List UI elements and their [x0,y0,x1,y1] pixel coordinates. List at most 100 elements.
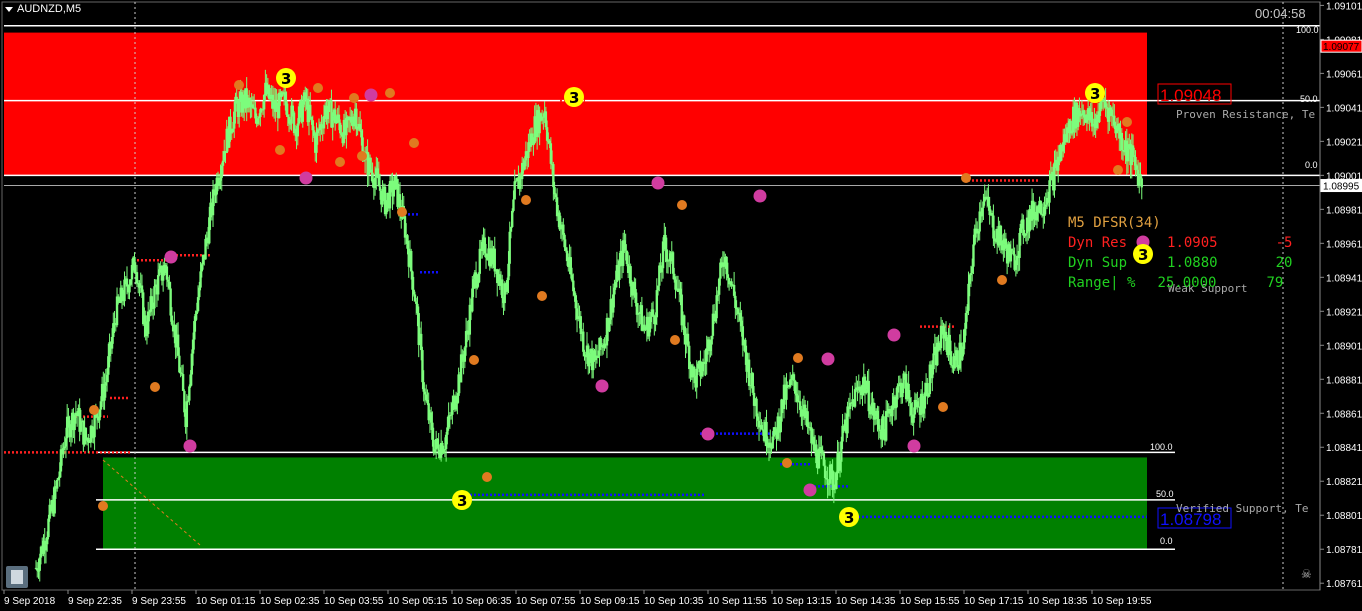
time-tick-label: 10 Sep 07:55 [516,596,576,607]
candle-body [726,274,730,279]
candle-body [378,186,382,191]
panel-res-row: Dyn Res 1.0905 -5 [1068,233,1292,253]
fractal-orange-2 [349,93,359,103]
time-tick-label: 9 Sep 23:55 [132,596,186,607]
fractal-orange-14 [482,472,492,482]
candle-body [624,244,627,251]
candle-body [501,279,504,299]
time-tick-label: 10 Sep 10:35 [644,596,704,607]
price-tick-label: 1.08801 [1326,511,1362,522]
fractal-orange-5 [335,157,345,167]
price-chart[interactable]: 333333 1.091011.090811.090611.090411.090… [0,0,1362,611]
support-level-50: 50.0 [1156,489,1174,499]
symbol-label: AUDNZD,M5 [17,3,82,15]
candle-body [185,401,189,428]
fractal-orange-20 [1122,117,1132,127]
fractal-orange-15 [793,353,803,363]
candle-body [1009,249,1013,262]
price-tick-label: 1.08981 [1326,205,1362,216]
candle-body [582,331,585,352]
fractal-magenta-3 [753,189,767,203]
panel-sup-value: 1.0880 [1167,255,1218,271]
price-tick-label: 1.08961 [1326,239,1362,250]
time-tick-label: 10 Sep 09:15 [580,596,640,607]
fractal-orange-6 [357,151,367,161]
triangle-down-icon[interactable] [5,6,13,12]
resistance-level-100: 100.0 [1296,25,1319,35]
resistance-level-50: 50.0 [1300,94,1318,104]
candle-body [410,250,413,272]
price-tick-label: 1.08781 [1326,545,1362,556]
bid-price-tag-label: 1.08995 [1323,182,1360,193]
candle-body [956,350,959,368]
candle-body [392,189,395,197]
fractal-magenta-7 [701,427,715,441]
time-tick-label: 10 Sep 18:35 [1028,596,1088,607]
fractal-magenta-1 [299,171,313,185]
fractal-orange-16 [782,458,792,468]
candle-body [161,275,165,281]
resistance-price-label: 1.09048 [1160,86,1221,105]
price-tick-label: 1.08821 [1326,477,1362,488]
candle-body [301,104,304,122]
price-tick-label: 1.08841 [1326,443,1362,454]
fractal-orange-12 [670,335,680,345]
candle-body [55,479,59,489]
fractal-orange-18 [997,275,1007,285]
fractal-orange-23 [89,405,99,415]
fractal-big-label-1: 3 [569,89,579,107]
time-tick-label: 10 Sep 01:15 [196,596,256,607]
fractal-magenta-6 [183,439,197,453]
fractal-orange-24 [150,382,160,392]
price-tick-label: 1.08921 [1326,307,1362,318]
fractal-orange-22 [98,501,108,511]
fractal-magenta-10 [907,439,921,453]
candle-body [511,210,514,227]
candle-body [1134,156,1137,166]
candle-body [972,244,975,267]
panel-title: M5 DFSR(34) [1068,215,1161,231]
dfsr-panel: M5 DFSR(34) Dyn Res 1.0905 -5 Dyn Sup 1.088… [1068,213,1292,293]
fractal-big-label-4: 3 [844,509,854,527]
time-tick-label: 9 Sep 22:35 [68,596,122,607]
candle-body [355,108,358,129]
panel-res-diff: -5 [1275,235,1293,251]
candle-body [1140,178,1143,188]
fractal-magenta-9 [887,328,901,342]
price-tick-label: 1.09021 [1326,137,1362,148]
price-tick-label: 1.08881 [1326,375,1362,386]
candle-body [327,100,331,113]
time-tick-label: 10 Sep 13:15 [772,596,832,607]
fractal-magenta-0 [364,88,378,102]
symbol-title[interactable]: AUDNZD,M5 [5,3,81,15]
time-tick-label: 10 Sep 02:35 [260,596,320,607]
fractal-magenta-8 [821,352,835,366]
fractal-big-label-0: 3 [281,70,291,88]
candle-body [1126,148,1130,162]
fractal-orange-8 [397,207,407,217]
time-tick-label: 10 Sep 19:55 [1092,596,1152,607]
price-tick-label: 1.09101 [1326,1,1362,12]
price-tick-label: 1.09041 [1326,103,1362,114]
resistance-level-0: 0.0 [1305,160,1318,170]
resistance-zone-label: Proven Resistance, Te [1176,108,1315,121]
fractal-orange-1 [313,83,323,93]
fractal-magenta-11 [803,483,817,497]
bar-timer: 00:04:58 [1255,6,1306,21]
panel-range-value: 25.0000 [1157,275,1217,291]
fractal-orange-3 [385,88,395,98]
fractal-orange-11 [677,200,687,210]
candle-body [747,359,751,386]
time-tick-label: 10 Sep 06:35 [452,596,512,607]
fractal-orange-4 [275,145,285,155]
calculator-icon[interactable] [6,566,28,588]
candle-body [395,176,398,179]
time-tick-label: 10 Sep 17:15 [964,596,1024,607]
fractal-orange-13 [469,355,479,365]
candle-body [693,366,696,377]
support-zone [103,457,1147,550]
fractal-magenta-4 [595,379,609,393]
panel-res-label: Dyn Res [1068,235,1128,251]
fractal-big-label-3: 3 [457,492,467,510]
skull-icon: ☠ [1301,567,1312,581]
